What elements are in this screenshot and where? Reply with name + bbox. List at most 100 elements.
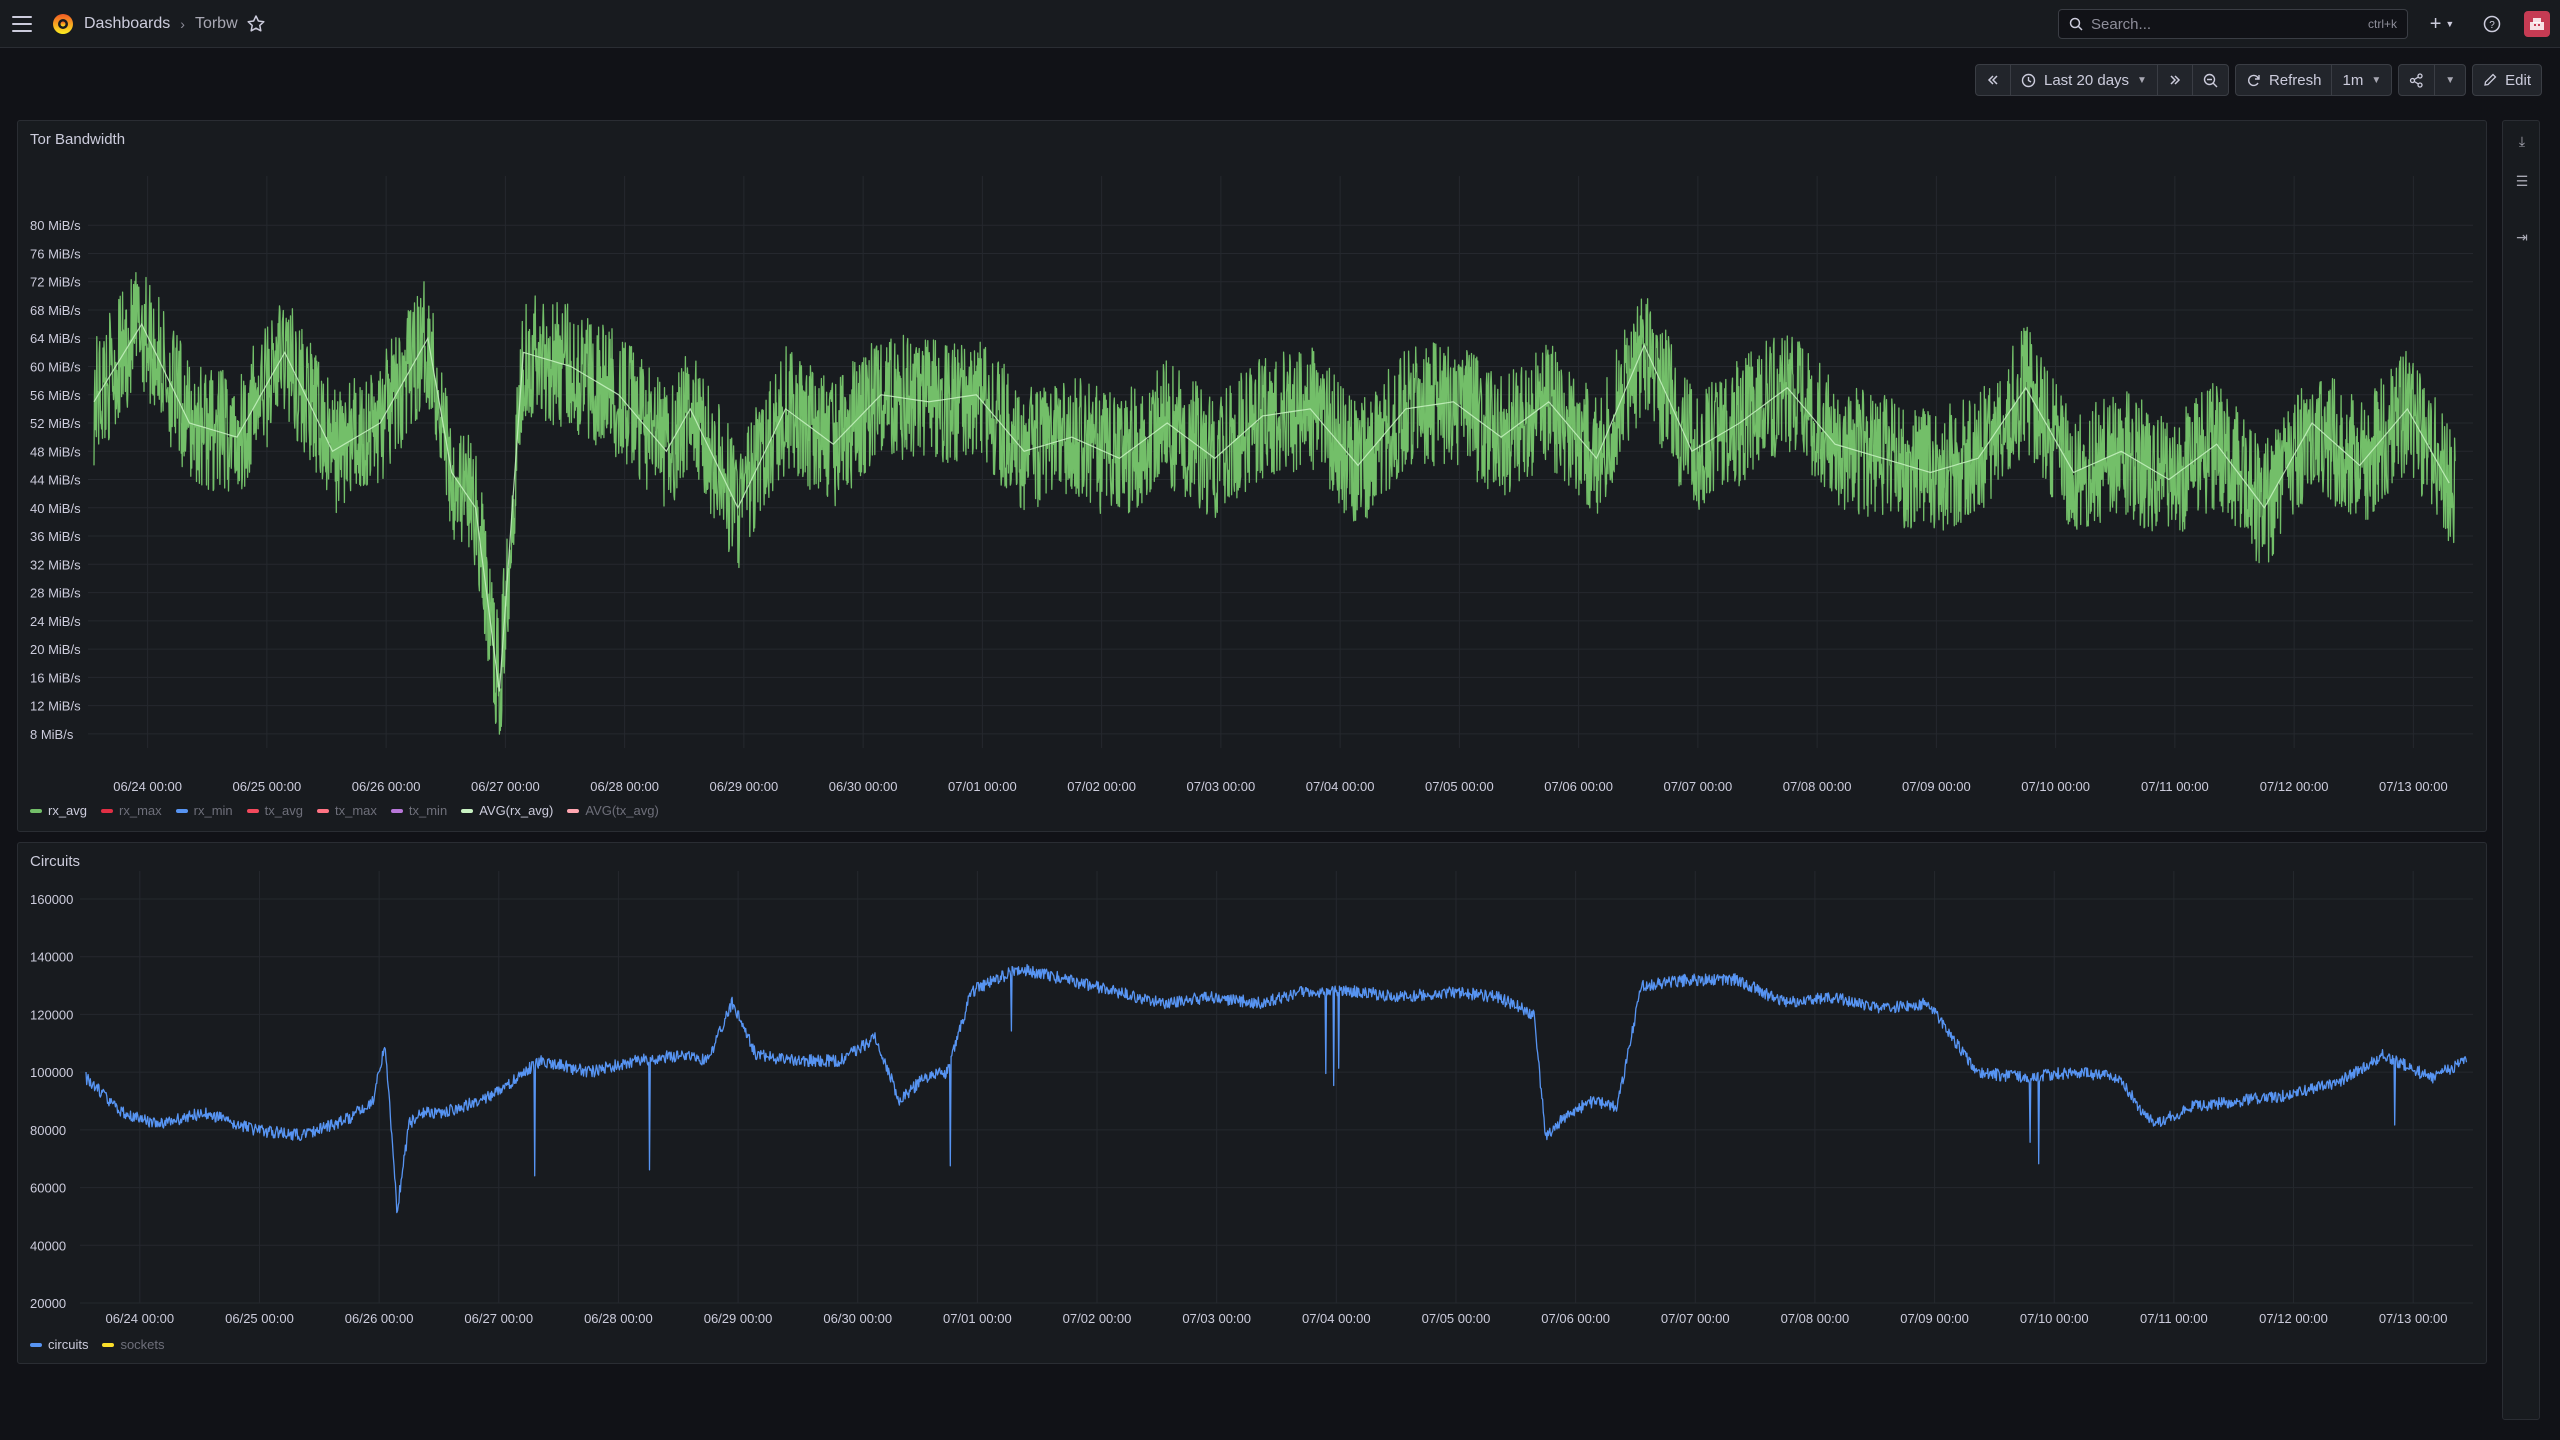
x-tick-label: 07/10 00:00 [2021, 779, 2090, 794]
share-icon [2410, 72, 2423, 88]
x-tick-label: 07/09 00:00 [1902, 779, 1971, 794]
time-shift-back-button[interactable] [1974, 64, 2011, 96]
double-chevron-left-icon [1987, 75, 1998, 85]
legend-label: tx_max [334, 803, 377, 818]
x-tick-label: 06/26 00:00 [352, 779, 421, 794]
y-tick-label: 76 MiB/s [30, 246, 81, 261]
y-tick-label: 120000 [30, 1007, 73, 1022]
circuits-legend: circuits sockets [30, 1337, 165, 1352]
legend-item-tx-min[interactable]: tx_min [390, 803, 447, 818]
edit-button[interactable]: Edit [2472, 64, 2542, 96]
x-tick-label: 06/30 00:00 [823, 1311, 892, 1326]
series-line-rx_avg[interactable] [93, 272, 2456, 735]
series-line-circuits[interactable] [85, 963, 2468, 1214]
legend-label: sockets [120, 1337, 165, 1352]
y-tick-label: 60000 [30, 1181, 66, 1196]
time-range-picker[interactable]: Last 20 days ▼ [2009, 64, 2158, 96]
y-tick-label: 140000 [30, 950, 73, 965]
legend-item-avg-rx-avg-[interactable]: AVG(rx_avg) [461, 803, 553, 818]
legend-item-avg-tx-avg-[interactable]: AVG(tx_avg) [567, 803, 659, 818]
legend-swatch [316, 808, 329, 813]
legend-label: tx_avg [264, 803, 303, 818]
refresh-group: Refresh 1m ▼ [2234, 64, 2393, 96]
share-options-button[interactable]: ▼ [2434, 64, 2467, 96]
legend-swatch [246, 808, 259, 813]
y-tick-label: 40000 [30, 1238, 66, 1253]
y-tick-label: 72 MiB/s [30, 275, 81, 290]
y-tick-label: 16 MiB/s [30, 670, 81, 685]
search-box[interactable]: ctrl+k [2058, 9, 2408, 39]
grafana-logo-icon[interactable] [50, 11, 76, 37]
x-tick-label: 06/28 00:00 [584, 1311, 653, 1326]
menu-icon[interactable] [12, 12, 36, 36]
bandwidth-chart[interactable]: 80 MiB/s 76 MiB/s 72 MiB/s 68 MiB/s 64 MiB/s… [18, 121, 2488, 833]
x-tick-label: 06/27 00:00 [464, 1311, 533, 1326]
x-tick-label: 06/30 00:00 [829, 779, 898, 794]
refresh-interval-picker[interactable]: 1m ▼ [2331, 64, 2393, 96]
y-tick-label: 44 MiB/s [30, 473, 81, 488]
circuits-chart[interactable]: 160000 140000 120000 100000 80000 60000 40000 2… [18, 843, 2488, 1365]
x-tick-label: 07/07 00:00 [1664, 779, 1733, 794]
y-tick-label: 20 MiB/s [30, 642, 81, 657]
y-tick-label: 28 MiB/s [30, 586, 81, 601]
download-icon[interactable]: ⤓ [2512, 131, 2532, 151]
legend-swatch [567, 808, 580, 813]
dashboard-toolbar: Last 20 days ▼ Refresh 1m ▼ ▼ Edit [1974, 64, 2542, 96]
breadcrumb: Dashboards › Torbw [84, 0, 238, 48]
chevron-down-icon: ▼ [2445, 74, 2456, 86]
legend-item-rx-min[interactable]: rx_min [175, 803, 233, 818]
x-tick-label: 07/11 00:00 [2141, 779, 2209, 794]
chevron-down-icon: ▼ [2371, 74, 2382, 86]
add-new-icon[interactable]: + ▼ [2424, 10, 2460, 38]
x-tick-label: 07/08 00:00 [1781, 1311, 1850, 1326]
search-input[interactable] [2091, 15, 2360, 33]
x-tick-label: 07/04 00:00 [1302, 1311, 1371, 1326]
help-icon[interactable]: ? [2478, 10, 2506, 38]
pencil-icon [2484, 73, 2497, 86]
collapse-icon[interactable]: ⇥ [2512, 227, 2532, 247]
share-button[interactable] [2398, 64, 2436, 96]
y-tick-label: 12 MiB/s [30, 699, 81, 714]
y-tick-label: 8 MiB/s [30, 727, 74, 742]
user-avatar[interactable] [2524, 11, 2550, 37]
legend-swatch [390, 808, 403, 813]
breadcrumb-separator: › [180, 16, 185, 32]
x-tick-label: 07/03 00:00 [1187, 779, 1256, 794]
x-tick-label: 06/25 00:00 [225, 1311, 294, 1326]
zoom-out-button[interactable] [2191, 64, 2229, 96]
legend-item-rx-max[interactable]: rx_max [101, 803, 162, 818]
y-tick-label: 56 MiB/s [30, 388, 81, 403]
y-tick-label: 80 MiB/s [30, 218, 81, 233]
svg-text:?: ? [2489, 20, 2495, 31]
legend-item-sockets[interactable]: sockets [102, 1337, 165, 1352]
panel-circuits[interactable]: Circuits 160000 140000 120000 100000 80000 60… [17, 842, 2487, 1364]
legend-item-tx-max[interactable]: tx_max [316, 803, 377, 818]
search-shortcut: ctrl+k [2367, 17, 2397, 31]
search-icon [2069, 17, 2083, 31]
refresh-interval-label: 1m [2342, 71, 2364, 89]
x-tick-label: 06/24 00:00 [113, 779, 182, 794]
x-tick-label: 06/24 00:00 [105, 1311, 174, 1326]
x-tick-label: 06/26 00:00 [345, 1311, 414, 1326]
star-icon[interactable] [244, 12, 268, 36]
legend-swatch [175, 808, 188, 813]
refresh-button[interactable]: Refresh [2234, 64, 2333, 96]
legend-item-tx-avg[interactable]: tx_avg [246, 803, 303, 818]
top-right-icons: + ▼ ? [2424, 0, 2550, 48]
zoom-out-icon [2203, 73, 2218, 87]
legend-swatch [461, 808, 474, 813]
y-tick-label: 64 MiB/s [30, 331, 81, 346]
legend-item-circuits[interactable]: circuits [30, 1337, 88, 1352]
right-rail: ⤓ ☰ ⇥ [2502, 120, 2540, 1420]
time-shift-forward-button[interactable] [2156, 64, 2193, 96]
share-group: ▼ [2398, 64, 2467, 96]
double-chevron-right-icon [2170, 75, 2181, 85]
panel-tor-bandwidth[interactable]: Tor Bandwidth 80 MiB/s 76 MiB/s 72 MiB/s 68… [17, 120, 2487, 832]
outline-icon[interactable]: ☰ [2512, 171, 2532, 191]
x-tick-label: 07/10 00:00 [2020, 1311, 2089, 1326]
y-tick-label: 80000 [30, 1123, 66, 1138]
x-tick-label: 07/01 00:00 [943, 1311, 1012, 1326]
legend-label: AVG(rx_avg) [479, 803, 554, 818]
breadcrumb-dashboards[interactable]: Dashboards [84, 15, 170, 33]
legend-item-rx-avg[interactable]: rx_avg [30, 803, 87, 818]
